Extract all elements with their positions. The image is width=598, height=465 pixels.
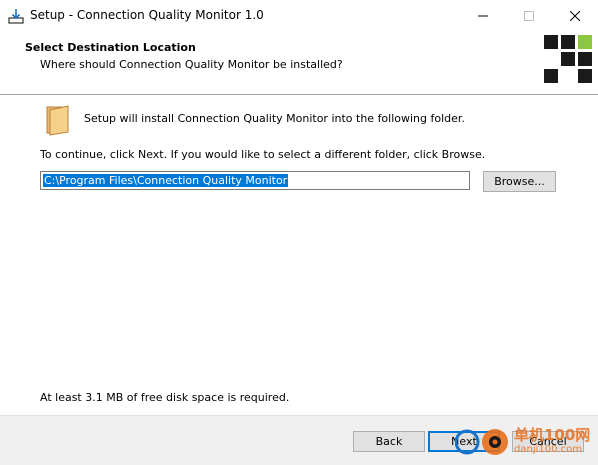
maximize-button[interactable] xyxy=(506,0,552,32)
close-icon xyxy=(570,11,580,21)
browse-button[interactable]: Browse... xyxy=(483,171,556,192)
folder-icon xyxy=(46,105,69,136)
title-bar: Setup - Connection Quality Monitor 1.0 xyxy=(0,0,598,32)
destination-path-input[interactable]: C:\Program Files\Connection Quality Moni… xyxy=(40,171,470,190)
back-button[interactable]: Back xyxy=(353,431,425,452)
disk-space-text: At least 3.1 MB of free disk space is re… xyxy=(40,391,290,404)
window-title: Setup - Connection Quality Monitor 1.0 xyxy=(30,8,264,22)
minimize-button[interactable] xyxy=(460,0,506,32)
wizard-content xyxy=(0,96,598,414)
destination-path-value: C:\Program Files\Connection Quality Moni… xyxy=(43,174,289,187)
maximize-icon xyxy=(524,11,534,21)
watermark-url: danji100.com xyxy=(514,444,582,455)
install-folder-text: Setup will install Connection Quality Mo… xyxy=(84,112,465,125)
wizard-header: Select Destination Location Where should… xyxy=(0,32,598,94)
installer-download-icon xyxy=(8,9,24,24)
watermark-title: 单机100网 xyxy=(514,426,591,444)
minimize-icon xyxy=(478,15,488,17)
page-subtitle: Where should Connection Quality Monitor … xyxy=(40,58,343,71)
continue-instruction-text: To continue, click Next. If you would li… xyxy=(40,148,486,161)
page-title: Select Destination Location xyxy=(25,41,196,54)
close-button[interactable] xyxy=(552,0,598,32)
